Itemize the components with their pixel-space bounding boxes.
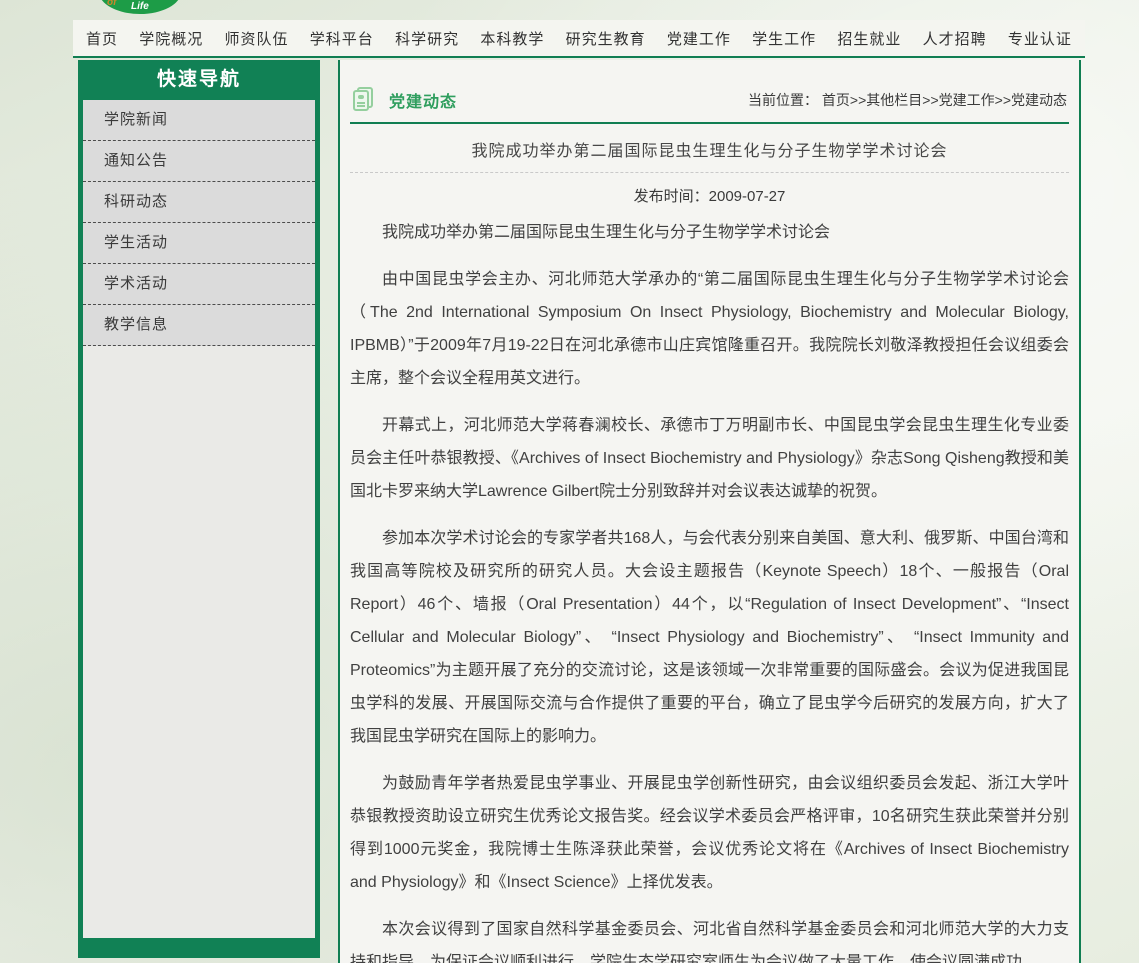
sidebar-menu: 学院新闻 通知公告 科研动态 学生活动 学术活动 教学信息	[83, 100, 315, 938]
article-paragraph: 本次会议得到了国家自然科学基金委员会、河北省自然科学基金委员会和河北师范大学的大…	[350, 913, 1069, 963]
nav-item-graduate[interactable]: 研究生教育	[566, 28, 646, 49]
nav-item-research[interactable]: 科学研究	[395, 28, 459, 49]
sidebar-item-student-events[interactable]: 学生活动	[83, 223, 315, 264]
title-divider	[350, 172, 1069, 173]
sidebar-item-academic-events[interactable]: 学术活动	[83, 264, 315, 305]
nav-item-platform[interactable]: 学科平台	[310, 28, 374, 49]
breadcrumb-separator: >>	[995, 92, 1011, 108]
document-stack-icon	[352, 87, 376, 113]
nav-item-faculty[interactable]: 师资队伍	[225, 28, 289, 49]
article-paragraph: 我院成功举办第二届国际昆虫生理生化与分子生物学学术讨论会	[350, 216, 1069, 249]
section-header: 党建动态 当前位置： 首页>>其他栏目>>党建工作>>党建动态	[350, 60, 1069, 124]
article-paragraph: 由中国昆虫学会主办、河北师范大学承办的“第二届国际昆虫生理生化与分子生物学学术讨…	[350, 263, 1069, 395]
sidebar-item-college-news[interactable]: 学院新闻	[83, 100, 315, 141]
top-navigation: 首页 学院概况 师资队伍 学科平台 科学研究 本科教学 研究生教育 党建工作 学…	[73, 20, 1085, 58]
publish-date-value: 2009-07-27	[709, 188, 786, 205]
nav-item-recruitment[interactable]: 人才招聘	[923, 28, 987, 49]
sidebar-item-notices[interactable]: 通知公告	[83, 141, 315, 182]
nav-item-home[interactable]: 首页	[86, 28, 118, 49]
breadcrumb-party-work[interactable]: 党建工作	[939, 92, 995, 108]
site-logo: of Life	[99, 0, 181, 16]
nav-item-undergraduate[interactable]: 本科教学	[480, 28, 544, 49]
publish-date-label: 发布时间：	[634, 188, 709, 205]
nav-item-party[interactable]: 党建工作	[667, 28, 731, 49]
article-title: 我院成功举办第二届国际昆虫生理生化与分子生物学学术讨论会	[350, 137, 1069, 161]
sidebar-item-research-news[interactable]: 科研动态	[83, 182, 315, 223]
breadcrumb-prefix: 当前位置：	[748, 92, 818, 108]
article: 我院成功举办第二届国际昆虫生理生化与分子生物学学术讨论会 发布时间：2009-0…	[340, 137, 1079, 963]
publish-date-line: 发布时间：2009-07-27	[350, 185, 1069, 206]
main-content-panel: 党建动态 当前位置： 首页>>其他栏目>>党建工作>>党建动态 我院成功举办第二…	[338, 60, 1081, 963]
breadcrumb-home[interactable]: 首页	[822, 92, 850, 108]
article-paragraph: 参加本次学术讨论会的专家学者共168人，与会代表分别来自美国、意大利、俄罗斯、中…	[350, 522, 1069, 753]
breadcrumb-separator: >>	[922, 92, 938, 108]
nav-item-overview[interactable]: 学院概况	[139, 28, 203, 49]
section-title: 党建动态	[389, 88, 457, 112]
nav-item-accreditation[interactable]: 专业认证	[1008, 28, 1072, 49]
article-paragraph: 开幕式上，河北师范大学蒋春澜校长、承德市丁万明副市长、中国昆虫学会昆虫生理生化专…	[350, 409, 1069, 508]
breadcrumb: 当前位置： 首页>>其他栏目>>党建工作>>党建动态	[748, 90, 1067, 110]
breadcrumb-separator: >>	[850, 92, 866, 108]
breadcrumb-other-columns[interactable]: 其他栏目	[866, 92, 922, 108]
article-paragraph: 为鼓励青年学者热爱昆虫学事业、开展昆虫学创新性研究，由会议组织委员会发起、浙江大…	[350, 767, 1069, 899]
logo-text-life: Life	[131, 1, 149, 12]
nav-item-admissions[interactable]: 招生就业	[837, 28, 901, 49]
article-body: 我院成功举办第二届国际昆虫生理生化与分子生物学学术讨论会 由中国昆虫学会主办、河…	[350, 216, 1069, 963]
breadcrumb-party-news[interactable]: 党建动态	[1011, 92, 1067, 108]
nav-item-student-work[interactable]: 学生工作	[752, 28, 816, 49]
logo-text-of: of	[107, 0, 116, 8]
sidebar-title: 快速导航	[83, 60, 315, 100]
sidebar-item-teaching-info[interactable]: 教学信息	[83, 305, 315, 346]
page-layout: 快速导航 学院新闻 通知公告 科研动态 学生活动 学术活动 教学信息 党建动态 …	[73, 60, 1085, 963]
sidebar-filler	[83, 346, 315, 938]
quick-nav-sidebar: 快速导航 学院新闻 通知公告 科研动态 学生活动 学术活动 教学信息	[78, 60, 320, 958]
